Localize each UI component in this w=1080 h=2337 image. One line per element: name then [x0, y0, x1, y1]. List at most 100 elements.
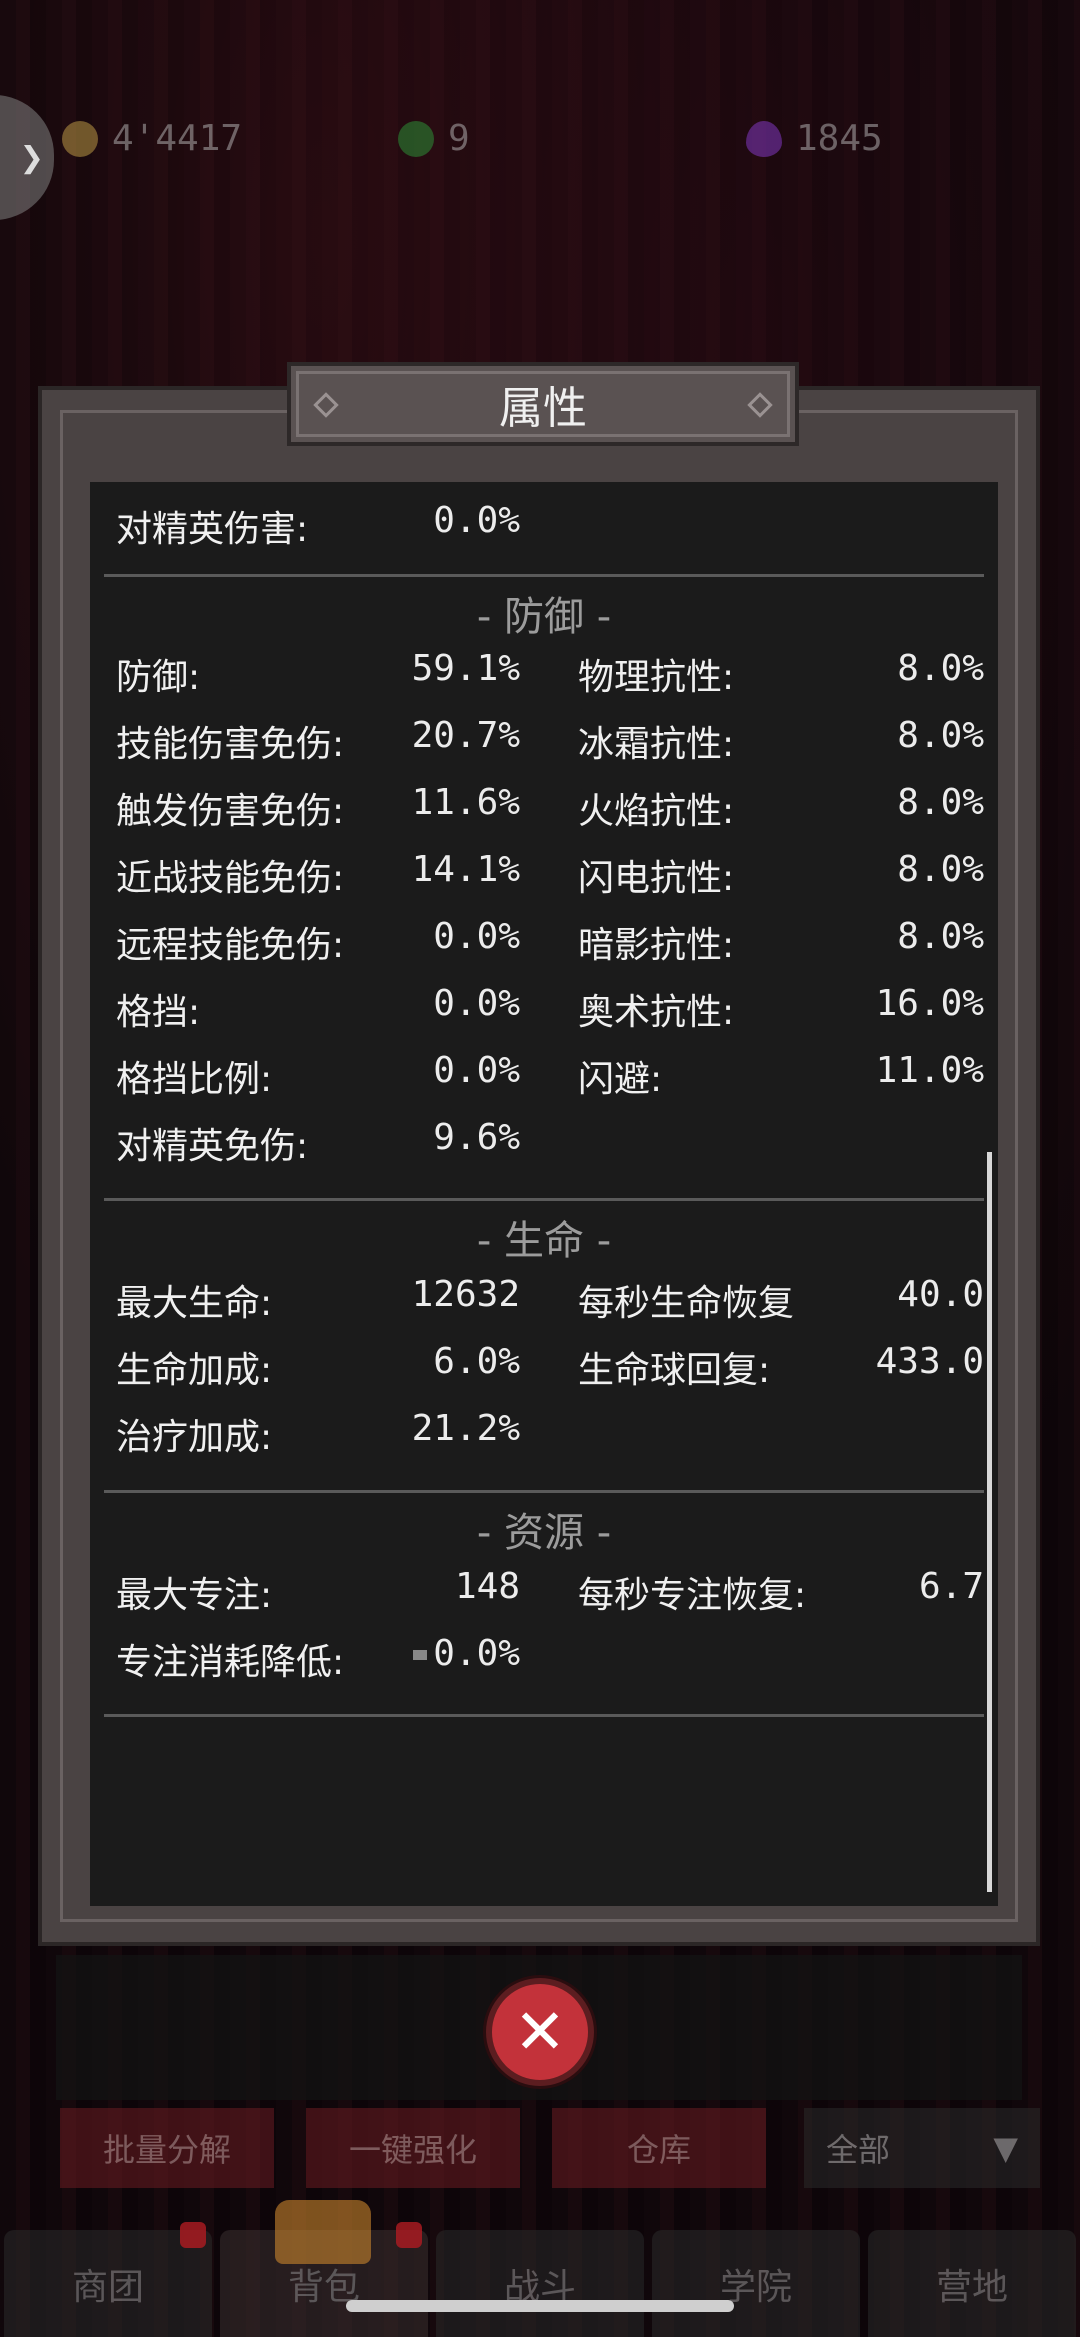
gold-coin-icon — [62, 120, 98, 157]
attribute-label: 冰霜抗性: — [578, 724, 735, 765]
attribute-label: 闪电抗性: — [578, 858, 735, 899]
section-header-life: - 生命 - — [476, 1218, 612, 1264]
nav-tab-academy[interactable]: 学院 — [652, 2230, 860, 2337]
attribute-value: 59.1% — [411, 648, 520, 689]
attribute-value: 8.0% — [897, 849, 984, 890]
attribute-label: 近战技能免伤: — [116, 858, 345, 899]
attribute-value: 0.0% — [433, 916, 520, 957]
attribute-label: 生命球回复: — [578, 1350, 771, 1391]
attribute-value: 14.1% — [411, 849, 520, 890]
attribute-value: 20.7% — [411, 715, 520, 756]
one-click-enhance-button[interactable]: 一键强化 — [306, 2108, 520, 2188]
section-divider — [104, 574, 984, 577]
batch-decompose-label: 批量分解 — [102, 2131, 231, 2169]
warehouse-label: 仓库 — [626, 2131, 691, 2169]
attribute-value: 148 — [454, 1566, 520, 1607]
attribute-value: 12632 — [411, 1274, 520, 1315]
caret-down-icon: ▼ — [993, 2129, 1018, 2167]
attribute-value: 0.0% — [433, 1050, 520, 1091]
currency-gold: 4'4417 — [62, 118, 242, 159]
essence-amount: 1845 — [796, 118, 883, 159]
attribute-value: 0.0% — [433, 500, 520, 541]
attribute-row: 格挡比例: 0.0% 闪避: 11.0% — [90, 1050, 998, 1100]
attribute-row: 生命加成: 6.0% 生命球回复: 433.0 — [90, 1341, 998, 1391]
attribute-value: 8.0% — [897, 916, 984, 957]
attribute-row: 技能伤害免伤: 20.7% 冰霜抗性: 8.0% — [90, 715, 998, 765]
close-button[interactable]: ✕ — [486, 1978, 594, 2086]
attribute-value: 11.6% — [411, 782, 520, 823]
nav-tab-camp[interactable]: 营地 — [868, 2230, 1076, 2337]
attribute-value: 0.0% — [433, 983, 520, 1024]
attribute-label: 对精英免伤: — [116, 1126, 309, 1167]
attribute-label: 物理抗性: — [578, 657, 735, 698]
nav-label: 商团 — [71, 2266, 144, 2308]
attributes-scroll-area[interactable]: 对精英伤害: 0.0% - 防御 - 防御: 59.1% 物理抗性: 8.0% … — [90, 482, 998, 1906]
warehouse-button[interactable]: 仓库 — [552, 2108, 766, 2188]
panel-title: 属性 — [499, 383, 587, 434]
green-gem-icon — [398, 120, 434, 157]
attribute-value-text: 0.0% — [433, 1633, 520, 1674]
section-header-resource: - 资源 - — [476, 1510, 612, 1556]
attribute-label: 格挡: — [116, 992, 201, 1033]
attribute-label: 最大生命: — [116, 1283, 273, 1324]
attribute-value: 21.2% — [411, 1408, 520, 1449]
backpack-icon — [275, 2200, 371, 2264]
attribute-label: 每秒生命恢复 — [578, 1283, 795, 1324]
attribute-row: 专注消耗降低: 0.0% — [90, 1633, 998, 1683]
section-divider — [104, 1490, 984, 1493]
attribute-label: 奥术抗性: — [578, 992, 735, 1033]
attribute-value: 8.0% — [897, 648, 984, 689]
attribute-label: 触发伤害免伤: — [116, 791, 345, 832]
attribute-row: 最大专注: 148 每秒专注恢复: 6.7 — [90, 1566, 998, 1616]
panel-title-plate: 属性 — [287, 362, 799, 446]
attribute-label: 技能伤害免伤: — [116, 724, 345, 765]
attribute-label: 火焰抗性: — [578, 791, 735, 832]
attribute-row: 对精英免伤: 9.6% — [90, 1117, 998, 1167]
attribute-row: 触发伤害免伤: 11.6% 火焰抗性: 8.0% — [90, 782, 998, 832]
filter-value: 全部 — [826, 2131, 891, 2169]
attribute-row: 最大生命: 12632 每秒生命恢复 40.0 — [90, 1274, 998, 1324]
gem-amount: 9 — [448, 118, 470, 159]
one-click-enhance-label: 一键强化 — [348, 2131, 477, 2169]
attribute-row: 治疗加成: 21.2% — [90, 1408, 998, 1458]
batch-decompose-button[interactable]: 批量分解 — [60, 2108, 274, 2188]
attribute-row: 防御: 59.1% 物理抗性: 8.0% — [90, 648, 998, 698]
scrollbar[interactable] — [987, 1152, 992, 1892]
attribute-row: 近战技能免伤: 14.1% 闪电抗性: 8.0% — [90, 849, 998, 899]
attribute-value: 9.6% — [433, 1117, 520, 1158]
attribute-value: 16.0% — [875, 983, 984, 1024]
attribute-label: 对精英伤害: — [116, 509, 309, 550]
attribute-label: 每秒专注恢复: — [578, 1575, 807, 1616]
attribute-row: 对精英伤害: 0.0% — [90, 500, 998, 550]
attribute-label: 生命加成: — [116, 1350, 273, 1391]
attribute-value: 0.0% — [360, 1633, 520, 1674]
chevron-right-icon: ❯ — [19, 134, 44, 181]
attribute-label: 格挡比例: — [116, 1059, 273, 1100]
attribute-label: 治疗加成: — [116, 1417, 273, 1458]
attribute-value: 8.0% — [897, 782, 984, 823]
nav-label: 营地 — [935, 2266, 1008, 2308]
small-marker-icon — [413, 1650, 428, 1660]
attribute-value: 433.0 — [875, 1341, 984, 1382]
section-header-defense: - 防御 - — [476, 594, 612, 640]
filter-dropdown[interactable]: 全部 ▼ — [804, 2108, 1040, 2188]
attribute-label: 闪避: — [578, 1059, 663, 1100]
purple-drop-icon — [746, 120, 782, 157]
nav-tab-battle[interactable]: 战斗 — [436, 2230, 644, 2337]
attribute-label: 远程技能免伤: — [116, 925, 345, 966]
attribute-row: 远程技能免伤: 0.0% 暗影抗性: 8.0% — [90, 916, 998, 966]
attribute-value: 8.0% — [897, 715, 984, 756]
currency-essence: 1845 — [746, 118, 883, 159]
attributes-panel: 属性 对精英伤害: 0.0% - 防御 - 防御: 59.1% 物理抗性: 8.… — [38, 362, 1040, 1946]
notification-dot — [180, 2222, 206, 2248]
attribute-value: 40.0 — [897, 1274, 984, 1315]
home-indicator[interactable] — [346, 2300, 734, 2312]
close-icon: ✕ — [514, 1995, 566, 2068]
notification-dot — [396, 2222, 422, 2248]
attribute-label: 专注消耗降低: — [116, 1642, 345, 1683]
attribute-label: 暗影抗性: — [578, 925, 735, 966]
attribute-label: 最大专注: — [116, 1575, 273, 1616]
attribute-value: 6.7 — [918, 1566, 984, 1607]
diamond-ornament-icon — [313, 392, 339, 418]
currency-gem: 9 — [398, 118, 470, 159]
